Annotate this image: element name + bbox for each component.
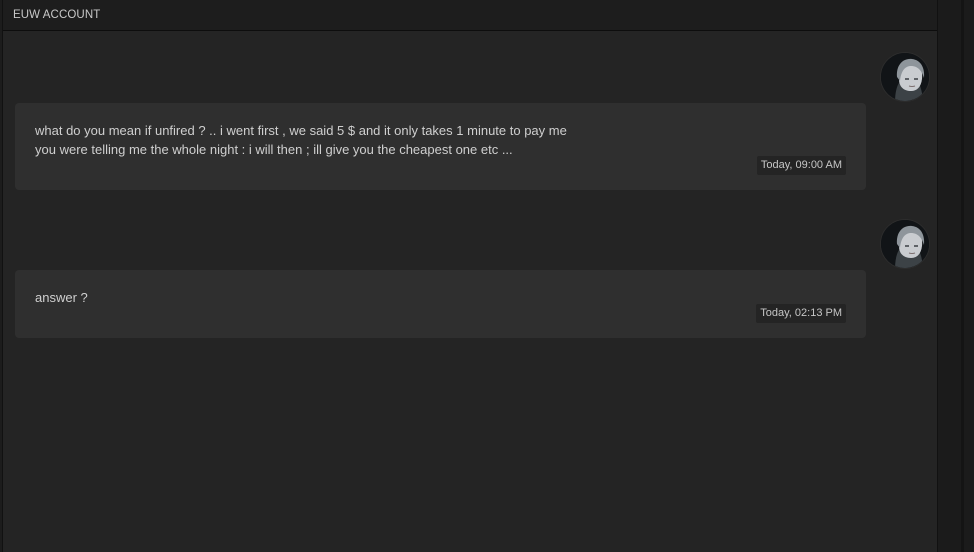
message-text: what do you mean if unfired ? .. i went … (35, 123, 567, 157)
conversation-header: EUW ACCOUNT (3, 0, 937, 31)
scrollbar-divider (961, 0, 964, 552)
conversation-title: EUW ACCOUNT (13, 9, 101, 21)
user-avatar-icon[interactable] (880, 219, 930, 269)
message-timestamp: Today, 02:13 PM (756, 304, 846, 323)
chat-page: EUW ACCOUNT what do you mean if unfired … (0, 0, 974, 552)
message-bubble: what do you mean if unfired ? .. i went … (15, 103, 866, 190)
message-text: answer ? (35, 290, 88, 305)
user-avatar-icon[interactable] (880, 52, 930, 102)
message-timestamp: Today, 09:00 AM (756, 156, 846, 175)
conversation-panel: EUW ACCOUNT what do you mean if unfired … (2, 0, 938, 552)
scrollbar-track[interactable] (938, 0, 974, 552)
message-bubble: answer ? Today, 02:13 PM (15, 270, 866, 338)
